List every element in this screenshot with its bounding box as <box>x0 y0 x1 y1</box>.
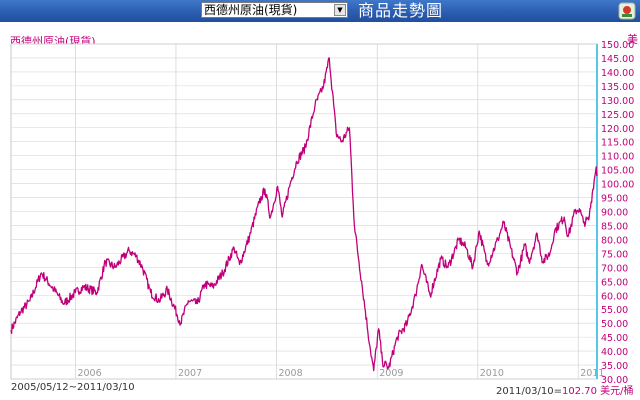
y-tick-label: 50.00 <box>601 319 628 330</box>
price-chart: 30.0035.0040.0045.0050.0055.0060.0065.00… <box>10 40 634 386</box>
y-tick-label: 105.00 <box>601 166 634 177</box>
y-tick-label: 60.00 <box>601 291 628 302</box>
y-tick-label: 85.00 <box>601 221 628 232</box>
y-tick-label: 125.00 <box>601 110 634 121</box>
y-tick-label: 90.00 <box>601 208 628 219</box>
y-tick-label: 150.00 <box>601 40 634 51</box>
last-value: 102.70 美元/桶 <box>562 386 634 397</box>
y-tick-label: 145.00 <box>601 54 634 65</box>
y-tick-label: 35.00 <box>601 361 628 372</box>
y-tick-label: 95.00 <box>601 194 628 205</box>
y-tick-label: 40.00 <box>601 347 628 358</box>
y-tick-label: 75.00 <box>601 249 628 260</box>
y-tick-label: 70.00 <box>601 263 628 274</box>
date-range-label: 2005/05/12~2011/03/10 <box>11 382 135 393</box>
last-date: 2011/03/10= <box>496 386 563 397</box>
last-value-readout: 2011/03/10=102.70 美元/桶 <box>496 382 634 397</box>
x-tick-label: 2007 <box>178 368 202 379</box>
y-tick-label: 65.00 <box>601 277 628 288</box>
x-tick-label: 2006 <box>77 368 101 379</box>
y-tick-label: 45.00 <box>601 333 628 344</box>
y-tick-label: 135.00 <box>601 82 634 93</box>
x-tick-label: 2010 <box>480 368 504 379</box>
y-tick-label: 120.00 <box>601 124 634 135</box>
x-tick-label: 2008 <box>278 368 302 379</box>
y-tick-label: 115.00 <box>601 138 634 149</box>
y-tick-label: 100.00 <box>601 180 634 191</box>
y-tick-label: 130.00 <box>601 96 634 107</box>
x-tick-label: 2009 <box>379 368 403 379</box>
y-tick-label: 140.00 <box>601 68 634 79</box>
y-tick-label: 55.00 <box>601 305 628 316</box>
y-tick-label: 80.00 <box>601 235 628 246</box>
y-tick-label: 110.00 <box>601 152 634 163</box>
x-tick-label: 2011 <box>580 368 604 379</box>
